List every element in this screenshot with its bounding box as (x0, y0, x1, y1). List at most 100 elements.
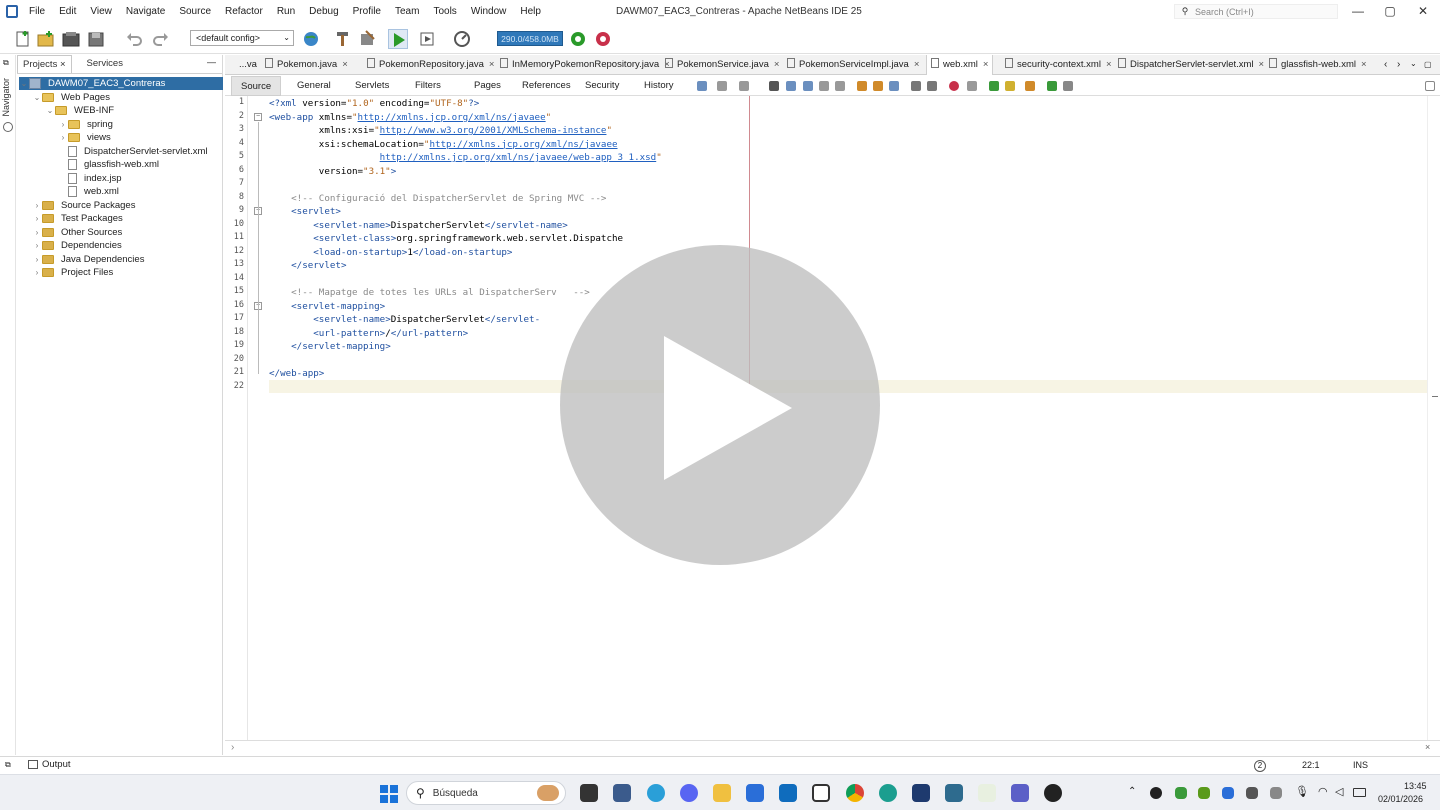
profile-project-icon[interactable] (452, 29, 472, 49)
app-icon[interactable] (912, 784, 930, 802)
expand-icon[interactable]: › (32, 212, 42, 225)
back-icon[interactable] (697, 81, 707, 91)
menu-item-view[interactable]: View (83, 0, 119, 24)
expand-icon[interactable]: › (58, 131, 68, 144)
wifi-icon[interactable]: ◠ (1318, 785, 1328, 798)
code-line[interactable]: <web-app xmlns="http://xmlns.jcp.org/xml… (269, 111, 551, 125)
clock-date[interactable]: 02/01/2026 (1378, 794, 1423, 804)
discord-icon[interactable] (680, 784, 698, 802)
tree-item[interactable]: DispatcherServlet-servlet.xml (58, 145, 211, 158)
tree-item[interactable]: › views (58, 131, 114, 144)
expand-icon[interactable]: › (32, 266, 42, 279)
code-line[interactable]: <!-- Mapatge de totes les URLs al Dispat… (269, 286, 590, 300)
toggle-highlight-icon[interactable] (835, 81, 845, 91)
chrome-icon[interactable] (846, 784, 864, 802)
maximize-editor-icon[interactable]: ▢ (1424, 60, 1432, 69)
tree-item[interactable]: › Dependencies (32, 239, 125, 252)
menu-item-tools[interactable]: Tools (426, 0, 463, 24)
tray-app2-icon[interactable] (1222, 787, 1234, 799)
editor-tab[interactable]: web.xml × (926, 55, 994, 75)
expand-icon[interactable]: › (58, 118, 68, 131)
windows-start-icon[interactable] (380, 785, 398, 803)
editor-tab[interactable]: InMemoryPokemonRepository.java × (496, 55, 674, 75)
collapse-icon[interactable]: ⌄ (32, 91, 42, 104)
close-icon[interactable]: × (1425, 742, 1430, 752)
edge-icon[interactable] (879, 784, 897, 802)
code-line[interactable]: <servlet-mapping> (269, 300, 385, 314)
close-icon[interactable]: × (1361, 59, 1367, 70)
minimize-icon[interactable]: — (207, 57, 216, 67)
code-line[interactable]: <servlet-class>org.springframework.web.s… (269, 232, 623, 246)
code-line[interactable]: xsi:schemaLocation="http://xmlns.jcp.org… (269, 138, 618, 152)
tree-item[interactable]: › Java Dependencies (32, 253, 147, 266)
code-line[interactable]: <load-on-startup>1</load-on-startup> (269, 246, 512, 260)
undo-icon[interactable] (125, 29, 145, 49)
tree-item[interactable]: glassfish-web.xml (58, 158, 162, 171)
menu-item-file[interactable]: File (22, 0, 52, 24)
tray-drive-icon[interactable] (1175, 787, 1187, 799)
globe-icon[interactable] (302, 29, 322, 49)
config-select[interactable]: <default config> ⌄ (190, 30, 294, 46)
menu-item-run[interactable]: Run (270, 0, 302, 24)
clock-time[interactable]: 13:45 (1404, 781, 1427, 791)
tree-item[interactable]: ⌄ WEB-INF (45, 104, 117, 117)
tab-general[interactable]: General (297, 76, 331, 96)
gc-icon[interactable] (568, 29, 588, 49)
close-icon[interactable]: × (914, 59, 920, 70)
history-icon[interactable] (717, 81, 727, 91)
notifications-badge[interactable]: 2 (1254, 760, 1266, 772)
tree-item[interactable]: › Other Sources (32, 226, 125, 239)
close-icon[interactable]: × (60, 59, 66, 70)
code-line[interactable]: version="3.1"> (269, 165, 396, 179)
tray-app3-icon[interactable] (1246, 787, 1258, 799)
tree-item[interactable]: ⌄ Web Pages (32, 91, 113, 104)
close-icon[interactable]: × (983, 59, 989, 70)
navigator-side-tab[interactable]: Navigator (1, 78, 11, 117)
tab-source[interactable]: Source (231, 76, 282, 96)
code-line[interactable]: </servlet-mapping> (269, 340, 391, 354)
run-project-icon[interactable] (388, 29, 408, 49)
tab-services[interactable]: Services (82, 55, 128, 73)
tab-filters[interactable]: Filters (415, 76, 441, 96)
tree-item[interactable]: › Source Packages (32, 199, 138, 212)
taskbar-search[interactable]: ⚲ Búsqueda (406, 781, 566, 805)
prev-bookmark-icon[interactable] (857, 81, 867, 91)
profile-ide-icon[interactable] (593, 29, 613, 49)
open-project-icon[interactable] (61, 29, 81, 49)
microphone-icon[interactable]: 🎙 (1295, 785, 1309, 798)
menu-item-source[interactable]: Source (172, 0, 218, 24)
editor-tab[interactable]: ...va (235, 55, 261, 75)
tree-item[interactable]: › spring (58, 118, 116, 131)
next-bookmark-icon[interactable] (873, 81, 883, 91)
hammer-build-icon[interactable] (333, 29, 353, 49)
close-icon[interactable]: × (1259, 59, 1265, 70)
editor-tab[interactable]: PokemonService.java × (661, 55, 783, 75)
code-line[interactable]: <?xml version="1.0" encoding="UTF-8"?> (269, 97, 479, 111)
validate-xml-icon[interactable] (1005, 81, 1015, 91)
mysql-workbench-icon[interactable] (945, 784, 963, 802)
editor-vertical-scrollbar[interactable] (1427, 96, 1440, 740)
editor-tab[interactable]: PokemonRepository.java × (363, 55, 498, 75)
show-hidden-icons[interactable]: ⌃ (1128, 786, 1136, 797)
editor-tab[interactable]: Pokemon.java × (261, 55, 352, 75)
code-line[interactable]: http://xmlns.jcp.org/xml/ns/javaee/web-a… (269, 151, 662, 165)
diff-icon[interactable] (1047, 81, 1057, 91)
redo-icon[interactable] (150, 29, 170, 49)
tray-app-icon[interactable] (1150, 787, 1162, 799)
code-line[interactable]: </servlet> (269, 259, 346, 273)
terminal-icon[interactable] (978, 784, 996, 802)
new-project-icon[interactable] (36, 29, 56, 49)
virtualbox-icon[interactable] (613, 784, 631, 802)
shift-right-icon[interactable] (927, 81, 937, 91)
editor-toolbar-options-icon[interactable] (1425, 81, 1435, 91)
code-line[interactable]: </web-app> (269, 367, 324, 381)
expand-arrow-icon[interactable]: › (231, 742, 234, 753)
scroll-tabs-right-icon[interactable]: › (1397, 59, 1400, 70)
close-window-button[interactable]: ✕ (1413, 4, 1433, 18)
tab-list-dropdown-icon[interactable]: ⌄ (1410, 59, 1417, 68)
tray-app4-icon[interactable] (1270, 787, 1282, 799)
new-file-icon[interactable] (13, 29, 33, 49)
memory-usage-bar[interactable]: 290.0/458.0MB (497, 31, 563, 46)
code-line[interactable]: <servlet-name>DispatcherServlet</servlet… (269, 219, 568, 233)
find-next-icon[interactable] (803, 81, 813, 91)
